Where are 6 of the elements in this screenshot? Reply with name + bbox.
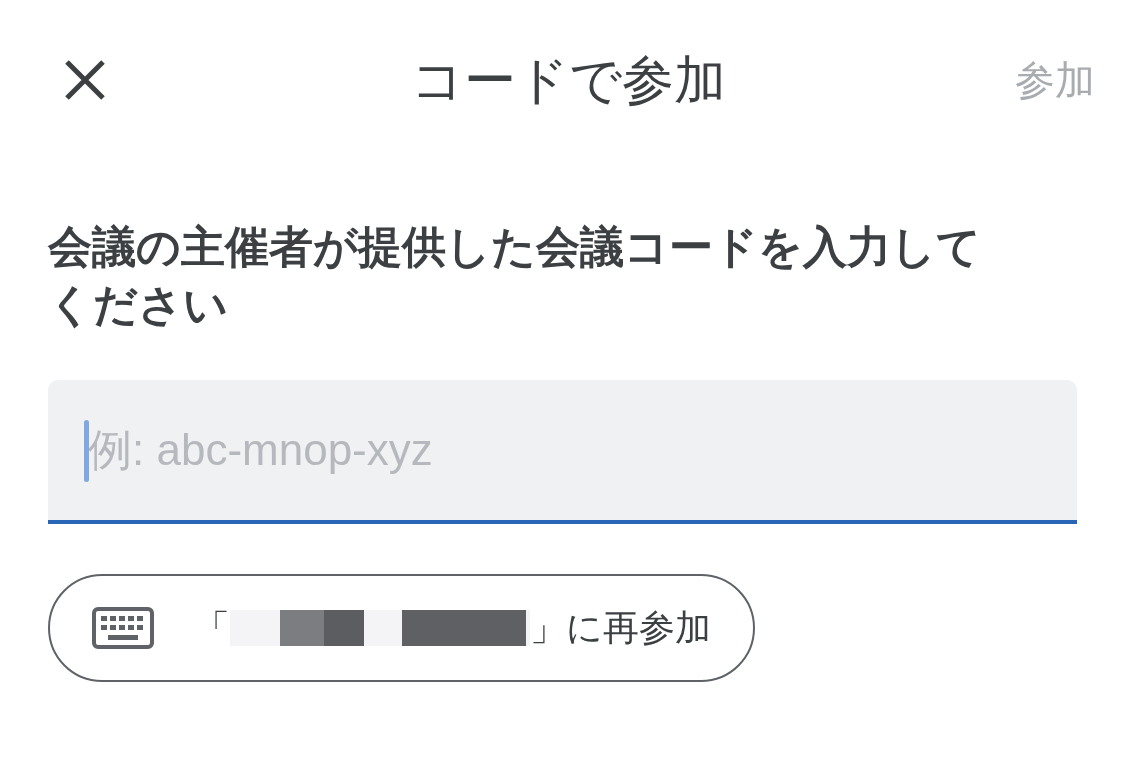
close-icon xyxy=(63,58,107,102)
screen-title: コードで参加 xyxy=(411,50,726,111)
instruction-text: 会議の主催者が提供した会議コードを入力してください xyxy=(48,221,982,331)
rejoin-chip[interactable]: 「 」に再参加 xyxy=(48,574,755,682)
keyboard-icon xyxy=(92,607,154,649)
code-field[interactable]: 例: abc-mnop-xyz xyxy=(48,380,1077,524)
